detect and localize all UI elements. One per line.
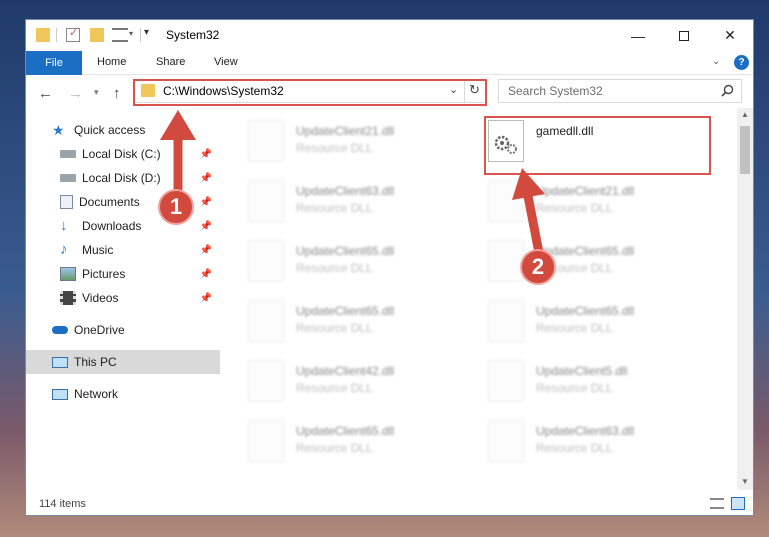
- step-1-badge: 1: [158, 189, 194, 225]
- arrow-1: [160, 110, 196, 190]
- annotation-arrows: [160, 110, 545, 259]
- step-2-badge: 2: [520, 249, 556, 285]
- arrow-2: [512, 168, 545, 259]
